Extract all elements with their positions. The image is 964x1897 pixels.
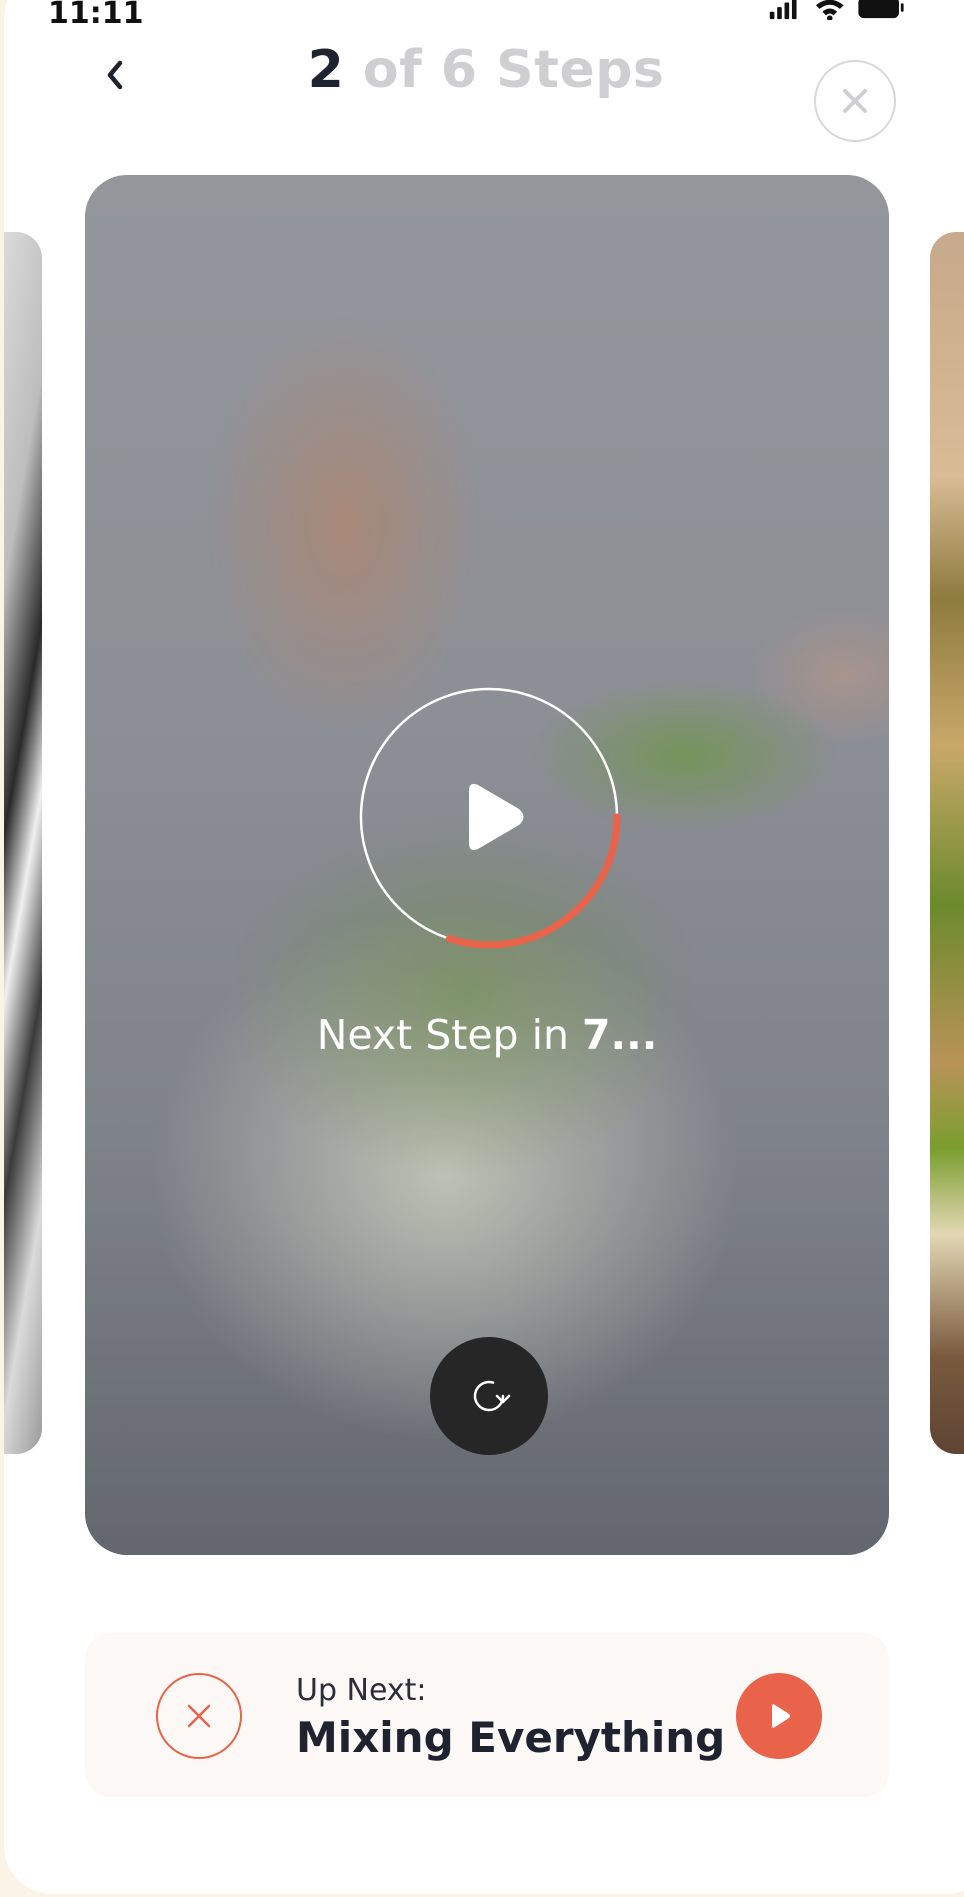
up-next-title: Mixing Everything [296,1713,726,1762]
close-icon [843,89,867,113]
status-time: 11:11 [48,0,144,31]
replay-icon [473,1380,511,1412]
close-button[interactable] [814,60,896,142]
chevron-left-icon [107,60,123,90]
next-step-countdown: Next Step in 7... [85,1011,889,1059]
replay-button[interactable] [430,1337,548,1455]
close-icon [187,1704,211,1728]
play-icon [772,1704,790,1728]
up-next-cancel-button[interactable] [156,1673,242,1759]
next-step-card[interactable] [930,232,964,1454]
signal-icon [769,0,797,20]
phone-screen: 11:11 2 of 6 Steps Next Step in 7... Up … [4,0,964,1894]
current-step-number: 2 [307,40,345,100]
battery-icon [858,0,904,19]
countdown-play-button[interactable] [357,685,621,949]
up-next-label: Up Next: [296,1673,427,1708]
wifi-icon [815,0,844,20]
next-step-prefix: Next Step in [316,1011,583,1059]
previous-step-card[interactable] [4,232,42,1454]
next-step-count: 7... [582,1011,658,1059]
up-next-play-button[interactable] [736,1673,822,1759]
total-steps-label: of 6 Steps [344,40,665,100]
page-title: 2 of 6 Steps [184,40,788,100]
back-button[interactable] [90,50,140,100]
play-icon [469,783,524,851]
up-next-bar: Up Next: Mixing Everything [85,1633,889,1797]
step-video-card[interactable]: Next Step in 7... [85,175,889,1555]
status-icons [769,0,904,20]
